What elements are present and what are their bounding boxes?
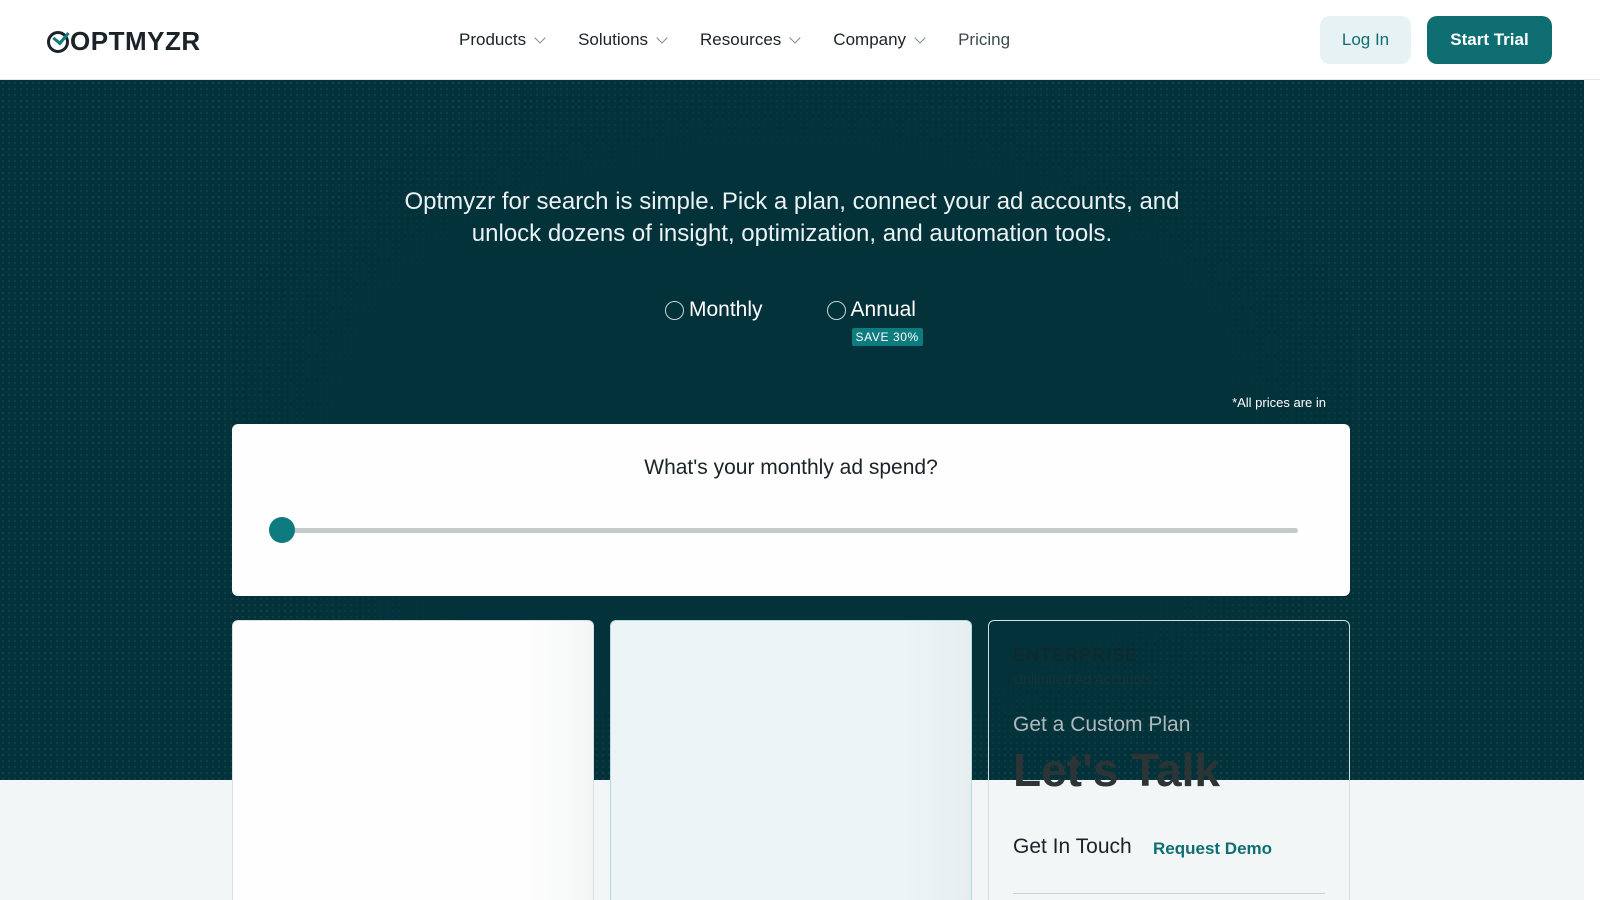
chevron-down-icon (789, 32, 801, 44)
site-header: OPTMYZR Products Solutions Resources Com… (0, 0, 1600, 80)
ad-spend-question: What's your monthly ad spend? (644, 456, 938, 479)
ad-spend-card: What's your monthly ad spend? (232, 424, 1350, 596)
plan-card-1 (232, 620, 594, 900)
radio-circle-icon[interactable] (665, 300, 684, 320)
save-badge: SAVE 30% (851, 328, 923, 346)
billing-monthly-option[interactable]: Monthly (665, 298, 763, 322)
optmyzr-logo[interactable]: OPTMYZR (47, 26, 201, 57)
get-in-touch-link[interactable]: Get In Touch (1013, 835, 1132, 859)
hero-intro-text: Optmyzr for search is simple. Pick a pla… (404, 188, 1180, 247)
start-trial-button[interactable]: Start Trial (1427, 16, 1552, 64)
nav-label: Solutions (578, 30, 649, 49)
card-divider (1013, 893, 1325, 894)
ad-spend-slider-track[interactable] (282, 528, 1298, 533)
enterprise-title: ENTERPRISE (1013, 645, 1139, 665)
nav-solutions[interactable]: Solutions (578, 30, 668, 50)
nav-label: Company (833, 30, 907, 49)
logo-text: OPTMYZR (70, 26, 201, 56)
logo-check-icon (47, 30, 69, 53)
billing-label: Annual (850, 298, 916, 321)
nav-label: Products (459, 30, 527, 49)
enterprise-plan-card: ENTERPRISE Unlimited Ad Accounts Get a C… (988, 620, 1350, 900)
ad-spend-slider-thumb[interactable] (269, 517, 295, 543)
radio-circle-icon[interactable] (826, 300, 846, 320)
price-currency-note: *All prices are in (1232, 395, 1326, 410)
lets-talk-headline: Let's Talk (1013, 744, 1220, 796)
nav-resources[interactable]: Resources (700, 30, 801, 50)
page-scroll-gutter (1584, 80, 1600, 900)
plan-card-2 (610, 620, 972, 900)
request-demo-link[interactable]: Request Demo (1153, 839, 1272, 859)
nav-pricing[interactable]: Pricing (958, 30, 1010, 50)
nav-products[interactable]: Products (459, 30, 546, 50)
login-button[interactable]: Log In (1320, 16, 1411, 64)
nav-label: Pricing (958, 30, 1011, 49)
custom-plan-text: Get a Custom Plan (1013, 713, 1191, 736)
chevron-down-icon (534, 32, 546, 44)
nav-company[interactable]: Company (833, 30, 926, 50)
billing-annual-option[interactable]: Annual SAVE 30% (826, 298, 923, 346)
chevron-down-icon (914, 32, 926, 44)
main-nav: Products Solutions Resources Company Pri… (459, 0, 1044, 80)
nav-label: Resources (700, 30, 782, 49)
chevron-down-icon (656, 32, 668, 44)
enterprise-subtitle: Unlimited Ad Accounts (1013, 671, 1153, 687)
billing-toggle: Monthly Annual SAVE 30% (665, 298, 923, 346)
billing-label: Monthly (689, 298, 763, 321)
